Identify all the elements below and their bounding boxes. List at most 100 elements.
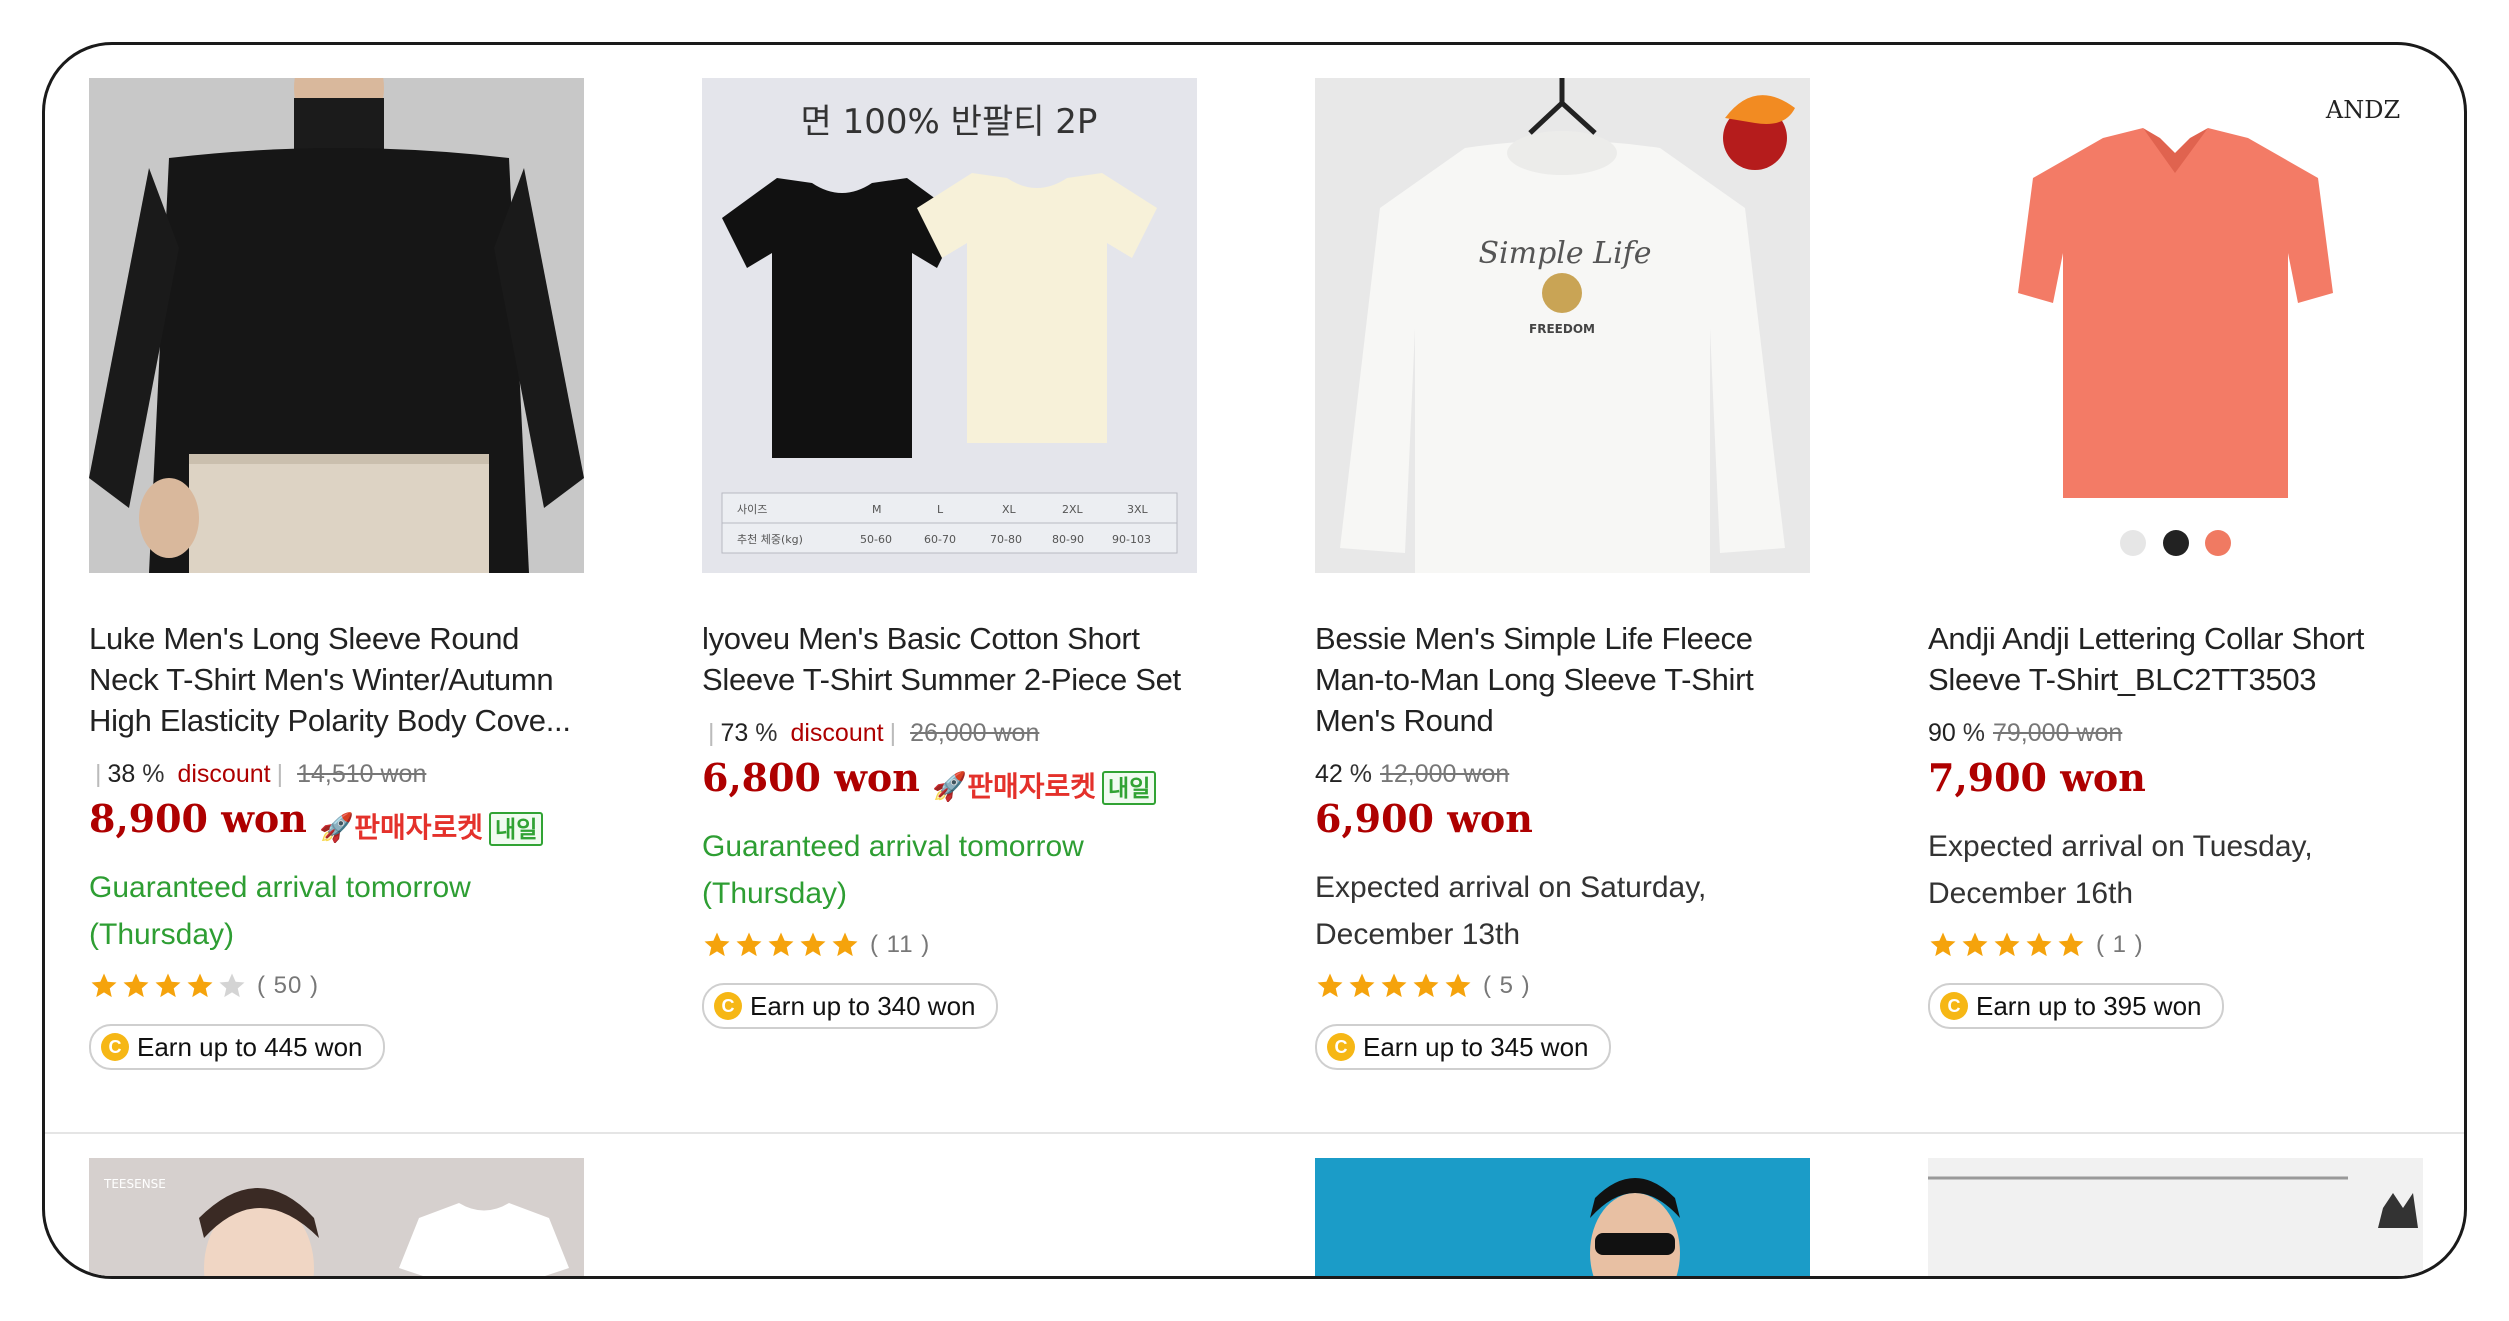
sale-price: 6,800 won	[702, 755, 920, 800]
star-icon	[1413, 973, 1439, 998]
sweatshirt-print-sub: FREEDOM	[1529, 322, 1595, 336]
discount-pct-symbol: %	[142, 760, 165, 788]
original-price: 12,000 won	[1380, 760, 1510, 788]
earn-text: Earn up to 345 won	[1363, 1031, 1589, 1062]
discount-info: 90 % 79,000 won	[1928, 716, 2423, 750]
color-swatch-2[interactable]	[2163, 530, 2189, 556]
star-icon	[219, 973, 245, 998]
arrival-text: Guaranteed arrival tomorrow (Thursday)	[89, 871, 471, 951]
next-product-image-3[interactable]	[1315, 1158, 1810, 1276]
svg-text:2XL: 2XL	[1062, 503, 1084, 516]
product-image-2[interactable]: 면 100% 반팔티 2P 사이즈 M L XL 2XL 3XL 추천 체중(k…	[702, 78, 1197, 573]
star-icon	[1381, 973, 1407, 998]
discount-rate: 73	[720, 719, 749, 747]
color-swatch-1[interactable]	[2120, 530, 2146, 556]
sweatshirt-print: Simple Life	[1478, 236, 1651, 271]
star-icon	[2026, 932, 2052, 957]
product-title[interactable]: Bessie Men's Simple Life Fleece Man-to-M…	[1315, 618, 1810, 741]
star-icon	[2058, 932, 2084, 957]
product-image-1[interactable]	[89, 78, 584, 573]
product-image-4[interactable]: ANDZ	[1928, 78, 2423, 573]
earn-text: Earn up to 395 won	[1976, 990, 2202, 1021]
sale-price: 7,900 won	[1928, 755, 2146, 800]
coin-icon: C	[101, 1033, 129, 1061]
rating: ( 5 )	[1315, 968, 1810, 1004]
star-icon	[1317, 973, 1343, 998]
svg-text:60-70: 60-70	[924, 533, 956, 546]
product-card-2[interactable]: 면 100% 반팔티 2P 사이즈 M L XL 2XL 3XL 추천 체중(k…	[702, 78, 1197, 1029]
star-icon	[800, 932, 826, 957]
tomorrow-badge: 내일	[489, 812, 544, 847]
price-row: 6,900 won	[1315, 797, 1810, 850]
discount-info: | 38 % discount | 14,510 won	[95, 760, 427, 788]
next-product-image-4[interactable]	[1928, 1158, 2423, 1276]
image-caption: 면 100% 반팔티 2P	[801, 102, 1098, 142]
star-icon	[155, 973, 181, 998]
review-count: ( 5 )	[1483, 972, 1531, 999]
discount-pct-symbol: %	[1349, 760, 1372, 788]
review-count: ( 1 )	[2096, 931, 2144, 958]
next-product-image-2[interactable]	[702, 1158, 1197, 1276]
star-icon	[1962, 932, 1988, 957]
earn-reward-badge: C Earn up to 445 won	[89, 1024, 385, 1070]
sale-price: 6,900 won	[1315, 796, 1533, 841]
svg-text:50-60: 50-60	[860, 533, 892, 546]
product-card-1[interactable]: Luke Men's Long Sleeve Round Neck T-Shir…	[89, 78, 584, 1070]
product-title[interactable]: Luke Men's Long Sleeve Round Neck T-Shir…	[89, 618, 584, 741]
arrival-text: Expected arrival on Tuesday, December 16…	[1928, 830, 2313, 910]
original-price: 79,000 won	[1993, 719, 2123, 747]
rocket-icon: 🚀	[319, 811, 355, 843]
star-icon	[187, 973, 213, 998]
coin-icon: C	[714, 992, 742, 1020]
earn-text: Earn up to 340 won	[750, 990, 976, 1021]
rocket-icon: 🚀	[932, 770, 968, 802]
price-row: 6,800 won 🚀판매자로켓 내일	[702, 756, 1197, 809]
seller-rocket-badge: 🚀판매자로켓 내일	[932, 765, 1157, 809]
color-swatch-3[interactable]	[2205, 530, 2231, 556]
discount-rate: 90	[1928, 719, 1956, 747]
seller-rocket-badge: 🚀판매자로켓 내일	[319, 806, 544, 850]
discount-info: 42 % 12,000 won	[1315, 757, 1810, 791]
price-row: 7,900 won	[1928, 756, 2423, 809]
product-grid-frame: Luke Men's Long Sleeve Round Neck T-Shir…	[42, 42, 2467, 1279]
earn-reward-badge: C Earn up to 340 won	[702, 983, 998, 1029]
star-icon	[832, 932, 858, 957]
discount-info: | 73 % discount | 26,000 won	[708, 719, 1040, 747]
svg-text:추천 체중(kg): 추천 체중(kg)	[737, 532, 803, 546]
product-title[interactable]: lyoveu Men's Basic Cotton Short Sleeve T…	[702, 618, 1197, 700]
svg-text:3XL: 3XL	[1127, 503, 1149, 516]
rating: ( 11 )	[702, 927, 1197, 963]
discount-pct-symbol: %	[755, 719, 778, 747]
brand-logo: ANDZ	[2325, 96, 2400, 124]
svg-text:80-90: 80-90	[1052, 533, 1084, 546]
svg-text:90-103: 90-103	[1112, 533, 1151, 546]
discount-label: discount	[790, 719, 884, 747]
coin-icon: C	[1940, 992, 1968, 1020]
original-price: 14,510 won	[297, 760, 427, 788]
rating: ( 1 )	[1928, 927, 2423, 963]
product-card-3[interactable]: Simple Life FREEDOM Bessie Men's Simple …	[1315, 78, 1810, 1070]
review-count: ( 50 )	[257, 972, 320, 999]
discount-rate: 42	[1315, 760, 1343, 788]
product-image-3[interactable]: Simple Life FREEDOM	[1315, 78, 1810, 573]
star-icon	[123, 973, 149, 998]
arrival-text: Expected arrival on Saturday, December 1…	[1315, 871, 1707, 951]
star-icon	[704, 932, 730, 957]
star-icon	[1930, 932, 1956, 957]
rating: ( 50 )	[89, 968, 584, 1004]
product-title[interactable]: Andji Andji Lettering Collar Short Sleev…	[1928, 618, 2423, 700]
star-icon	[91, 973, 117, 998]
price-row: 8,900 won 🚀판매자로켓 내일	[89, 797, 584, 850]
star-icon	[1445, 973, 1471, 998]
earn-reward-badge: C Earn up to 395 won	[1928, 983, 2224, 1029]
review-count: ( 11 )	[870, 931, 931, 958]
row-divider	[45, 1132, 2464, 1134]
svg-text:XL: XL	[1002, 503, 1017, 516]
discount-pct-symbol: %	[1962, 719, 1985, 747]
svg-text:M: M	[872, 503, 882, 516]
sale-price: 8,900 won	[89, 796, 307, 841]
product-card-4[interactable]: ANDZ Andji Andji Lettering Collar Short …	[1928, 78, 2423, 1029]
next-product-image-1[interactable]: TEESENSE	[89, 1158, 584, 1276]
earn-reward-badge: C Earn up to 345 won	[1315, 1024, 1611, 1070]
arrival-text: Guaranteed arrival tomorrow (Thursday)	[702, 830, 1084, 910]
